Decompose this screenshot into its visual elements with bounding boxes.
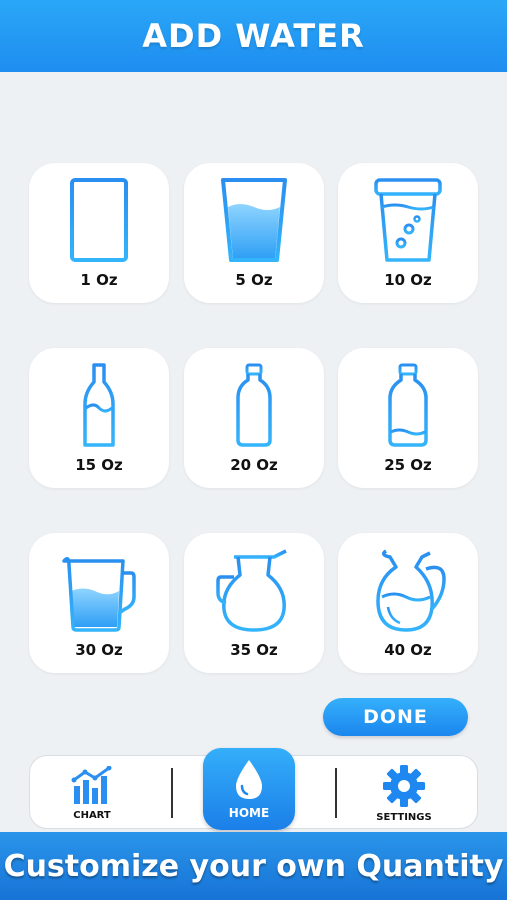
bar-chart-icon xyxy=(71,766,112,804)
option-40-oz[interactable]: 40 Oz xyxy=(338,533,478,673)
pitcher-icon xyxy=(54,547,144,633)
option-20-oz[interactable]: 20 Oz xyxy=(184,348,324,488)
nav-chart-label: CHART xyxy=(73,810,111,821)
done-button[interactable]: DONE xyxy=(323,698,468,736)
nav-home-label: HOME xyxy=(228,806,270,820)
nav-divider xyxy=(335,768,337,818)
option-label: 15 Oz xyxy=(75,456,123,474)
app-header: ADD WATER xyxy=(0,0,507,72)
glass-bottle-icon xyxy=(54,362,144,448)
nav-chart[interactable]: CHART xyxy=(62,766,122,821)
nav-home[interactable]: HOME xyxy=(203,748,295,830)
large-plastic-bottle-icon xyxy=(363,362,453,448)
option-label: 5 Oz xyxy=(235,271,273,289)
banner-text: Customize your own Quantity xyxy=(3,848,504,884)
option-10-oz[interactable]: 10 Oz xyxy=(338,163,478,303)
option-30-oz[interactable]: 30 Oz xyxy=(29,533,169,673)
option-label: 40 Oz xyxy=(384,641,432,659)
option-label: 1 Oz xyxy=(80,271,118,289)
option-label: 20 Oz xyxy=(230,456,278,474)
nav-settings-label: SETTINGS xyxy=(376,812,432,823)
option-label: 10 Oz xyxy=(384,271,432,289)
water-drop-icon xyxy=(236,760,262,799)
option-5-oz[interactable]: 5 Oz xyxy=(184,163,324,303)
option-35-oz[interactable]: 35 Oz xyxy=(184,533,324,673)
option-25-oz[interactable]: 25 Oz xyxy=(338,348,478,488)
gear-icon xyxy=(383,765,425,807)
option-label: 30 Oz xyxy=(75,641,123,659)
half-glass-icon xyxy=(209,177,299,263)
page-title: ADD WATER xyxy=(142,17,365,55)
carafe-icon xyxy=(209,547,299,633)
nav-settings[interactable]: SETTINGS xyxy=(364,764,444,823)
nav-divider xyxy=(171,768,173,818)
small-plastic-bottle-icon xyxy=(209,362,299,448)
option-15-oz[interactable]: 15 Oz xyxy=(29,348,169,488)
option-label: 35 Oz xyxy=(230,641,278,659)
promo-banner: Customize your own Quantity xyxy=(0,832,507,900)
option-label: 25 Oz xyxy=(384,456,432,474)
option-1-oz[interactable]: 1 Oz xyxy=(29,163,169,303)
empty-glass-icon xyxy=(54,177,144,263)
cup-with-lid-icon xyxy=(363,177,453,263)
jug-icon xyxy=(363,547,453,633)
